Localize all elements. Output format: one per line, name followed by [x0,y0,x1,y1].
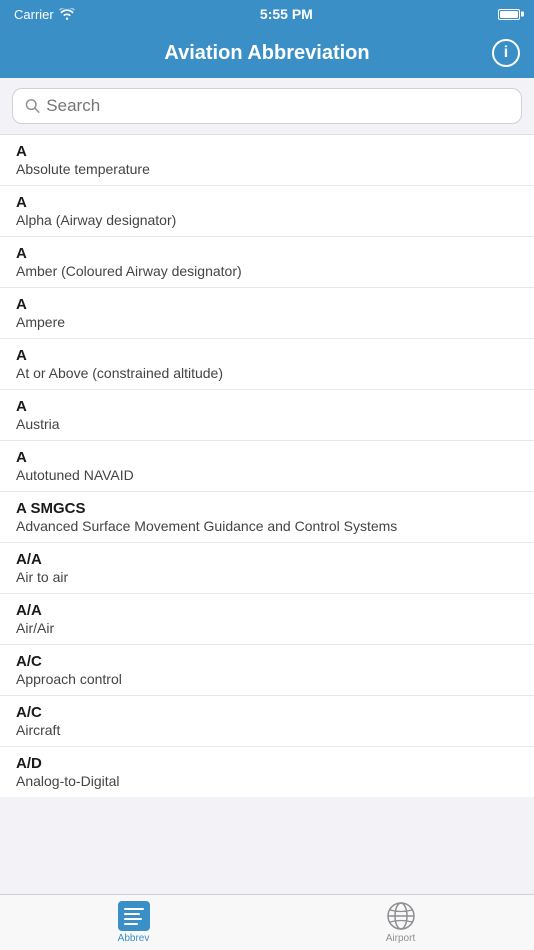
wifi-icon [59,8,75,20]
list-item[interactable]: AAlpha (Airway designator) [0,186,534,237]
list-item[interactable]: AAbsolute temperature [0,135,534,186]
abbrev-definition: Austria [16,416,518,432]
icon-line-1 [124,908,144,910]
abbrev-code: A/A [16,551,518,568]
abbrev-code: A [16,398,518,415]
abbrev-code: A [16,449,518,466]
abbrev-code: A [16,143,518,160]
abbrev-definition: Advanced Surface Movement Guidance and C… [16,518,518,534]
abbrev-code: A/C [16,704,518,721]
list-item[interactable]: A/AAir/Air [0,594,534,645]
search-input[interactable] [46,96,509,116]
icon-line-4 [124,923,138,925]
abbrev-definition: Absolute temperature [16,161,518,177]
list-item[interactable]: AAt or Above (constrained altitude) [0,339,534,390]
list-item[interactable]: A/AAir to air [0,543,534,594]
status-left: Carrier [14,7,75,22]
abbrev-definition: Aircraft [16,722,518,738]
abbrev-definition: Amber (Coloured Airway designator) [16,263,518,279]
abbrev-code: A [16,194,518,211]
battery-icon [498,9,520,20]
list-item[interactable]: AAutotuned NAVAID [0,441,534,492]
abbrev-tab-icon [118,901,150,931]
search-icon [25,98,40,114]
abbrev-definition: Air/Air [16,620,518,636]
tab-airport[interactable]: Airport [267,895,534,950]
abbrev-code: A SMGCS [16,500,518,517]
icon-line-3 [124,918,142,920]
abbrev-definition: Approach control [16,671,518,687]
globe-icon [386,901,416,931]
list-item[interactable]: AAmber (Coloured Airway designator) [0,237,534,288]
abbrev-definition: Analog-to-Digital [16,773,518,789]
scroll-area[interactable]: AAbsolute temperatureAAlpha (Airway desi… [0,134,534,898]
list-item[interactable]: A/CApproach control [0,645,534,696]
tab-abbrev[interactable]: Abbrev [0,895,267,950]
status-time: 5:55 PM [260,6,313,22]
abbrev-definition: Alpha (Airway designator) [16,212,518,228]
list-item[interactable]: A SMGCSAdvanced Surface Movement Guidanc… [0,492,534,543]
tab-bar: Abbrev Airport [0,894,534,950]
abbrev-code: A/A [16,602,518,619]
abbrev-definition: Air to air [16,569,518,585]
carrier-label: Carrier [14,7,54,22]
list-container: AAbsolute temperatureAAlpha (Airway desi… [0,134,534,797]
abbrev-tab-label: Abbrev [118,933,150,944]
abbrev-definition: At or Above (constrained altitude) [16,365,518,381]
status-right [498,9,520,20]
abbrev-code: A/D [16,755,518,772]
abbrev-code: A [16,245,518,262]
nav-title: Aviation Abbreviation [164,42,369,65]
airport-tab-label: Airport [386,933,415,944]
list-item[interactable]: AAustria [0,390,534,441]
list-item[interactable]: A/CAircraft [0,696,534,747]
abbrev-code: A [16,347,518,364]
status-bar: Carrier 5:55 PM [0,0,534,28]
icon-line-2 [124,913,140,915]
info-button[interactable]: i [492,39,520,67]
abbrev-definition: Ampere [16,314,518,330]
search-container [0,78,534,134]
search-bar [12,88,522,124]
abbrev-code: A [16,296,518,313]
nav-bar: Aviation Abbreviation i [0,28,534,78]
abbrev-code: A/C [16,653,518,670]
list-item[interactable]: A/DAnalog-to-Digital [0,747,534,797]
abbrev-definition: Autotuned NAVAID [16,467,518,483]
list-item[interactable]: AAmpere [0,288,534,339]
